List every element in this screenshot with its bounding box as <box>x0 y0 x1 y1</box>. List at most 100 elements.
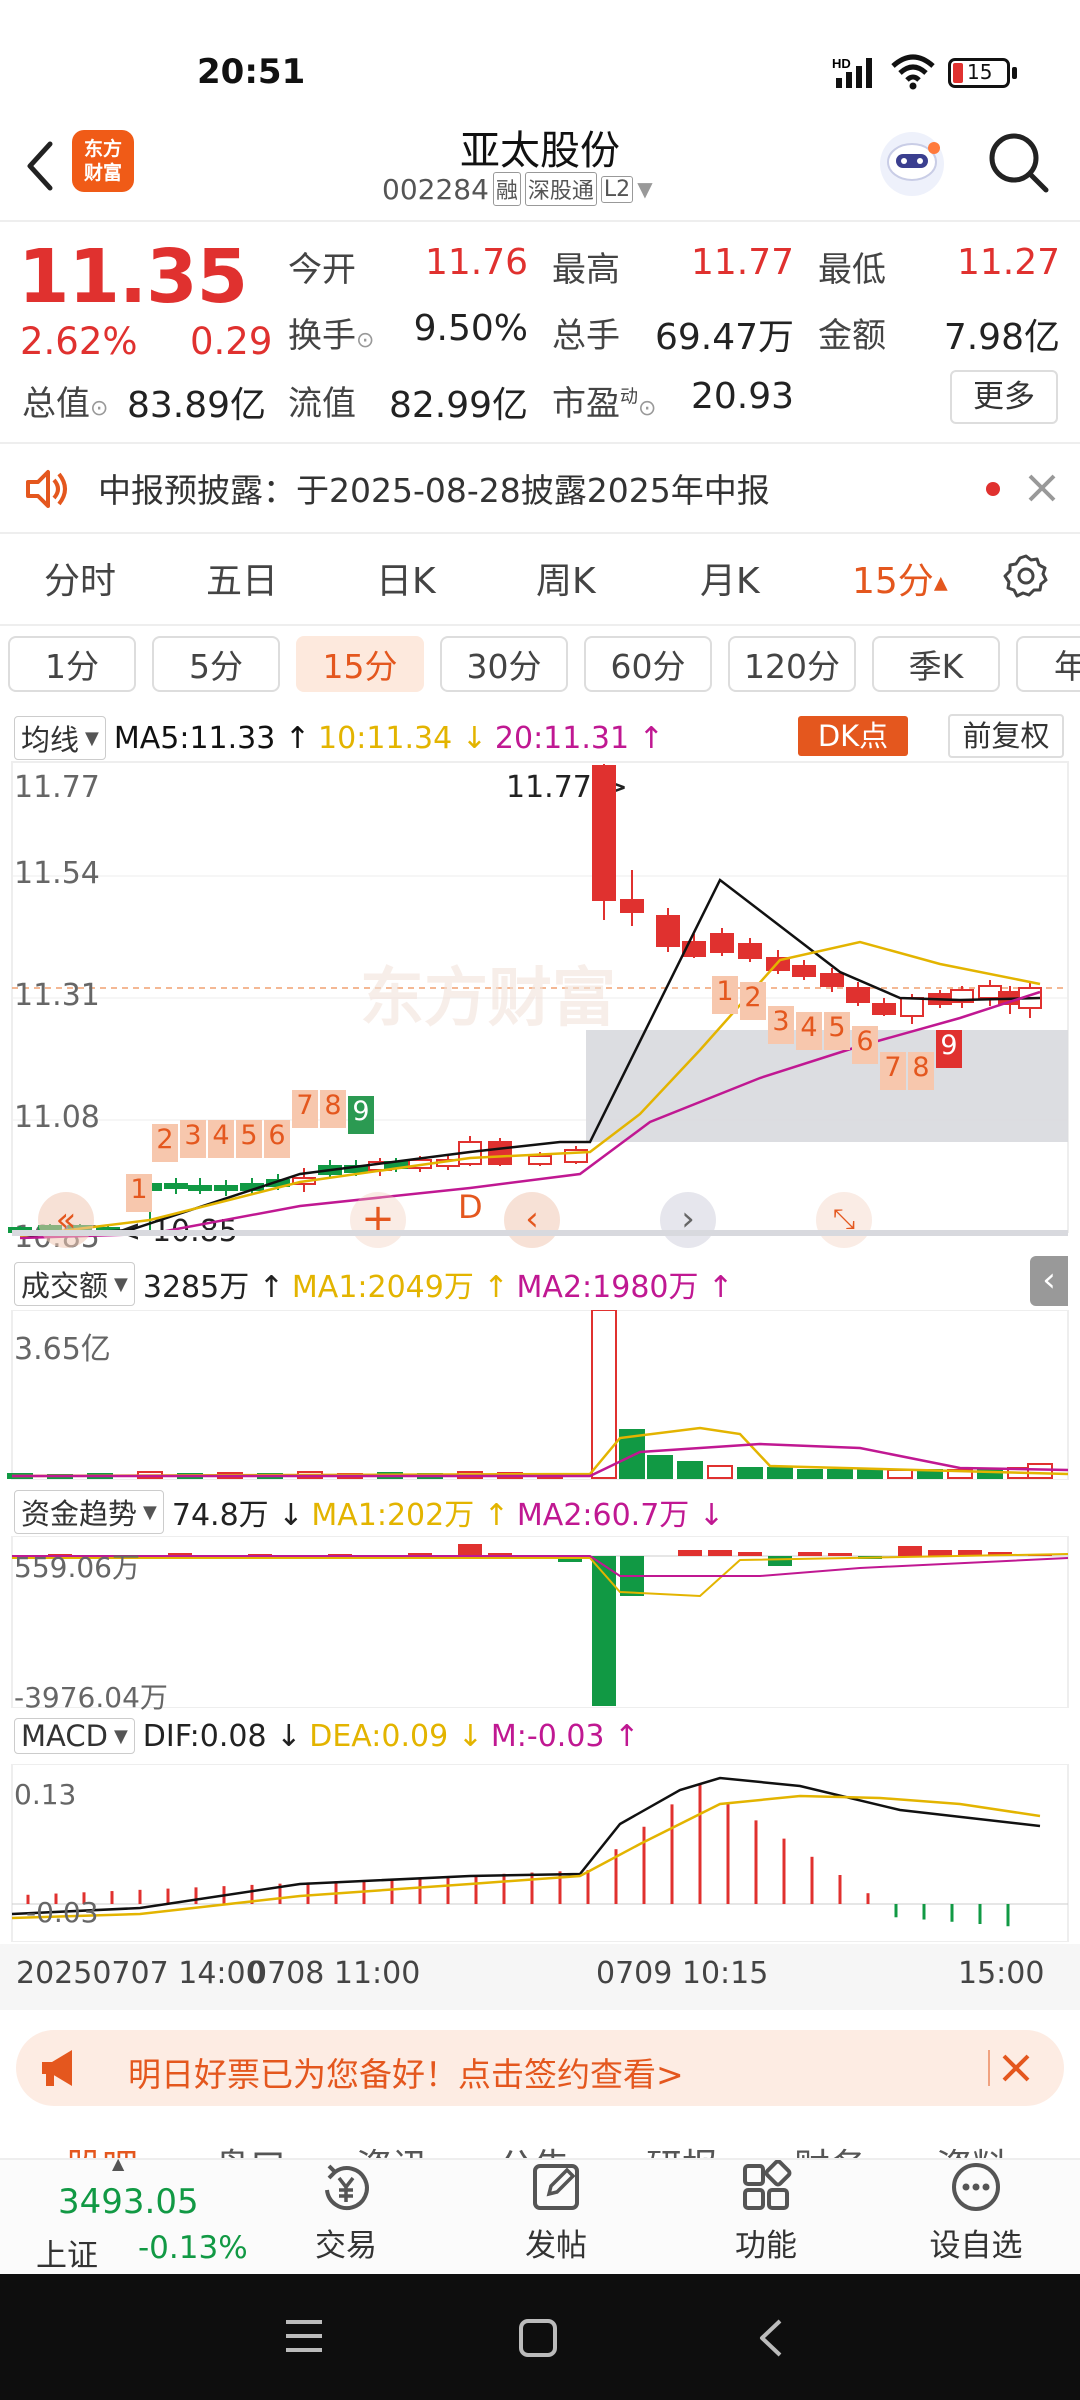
period-15min[interactable]: 15分 <box>296 636 424 692</box>
fund-chart[interactable]: 559.06万 -3976.04万 <box>0 1536 1080 1714</box>
tag-shenzhen-connect: 深股通 <box>524 172 597 206</box>
info-icon[interactable]: ⊙ <box>638 396 656 421</box>
tab-weekly-k[interactable]: 周K <box>536 552 596 604</box>
info-icon[interactable]: ⊙ <box>356 328 374 353</box>
volume-bar <box>647 1455 673 1479</box>
fund-bar <box>928 1550 952 1556</box>
close-icon[interactable] <box>1024 470 1060 510</box>
dk-point-button[interactable]: DK点 <box>798 716 908 756</box>
index-change: -0.13% <box>138 2230 248 2266</box>
volume-chart[interactable]: 3.65亿 <box>0 1310 1080 1480</box>
index-name: 上证 <box>36 2238 98 2274</box>
fund-selector[interactable]: 资金趋势 ▼ <box>14 1490 164 1534</box>
tab-daily-k[interactable]: 日K <box>376 552 436 604</box>
settings-gear-icon[interactable] <box>1002 552 1050 604</box>
sub-tab-profile[interactable]: 资料 <box>936 2138 1008 2160</box>
seq-label: 3 <box>768 1006 794 1044</box>
candle <box>214 1185 238 1191</box>
nav-functions-label: 功能 <box>735 2228 797 2264</box>
macd-selector[interactable]: MACD ▼ <box>14 1718 135 1754</box>
period-30min[interactable]: 30分 <box>440 636 568 692</box>
nav-post[interactable]: 发帖 <box>486 2160 626 2265</box>
period-year-k[interactable]: 年 <box>1016 636 1080 692</box>
period-60min[interactable]: 60分 <box>584 636 712 692</box>
candle <box>900 997 924 1017</box>
tab-intraday[interactable]: 分时 <box>44 552 116 604</box>
time-label: 15:00 <box>958 1956 1045 1991</box>
seq-label: 4 <box>796 1012 822 1050</box>
volume-bar <box>857 1469 883 1479</box>
open-value: 11.76 <box>424 242 528 283</box>
high-label: 最高 <box>552 250 620 290</box>
kline-chart[interactable]: 东方财富 11.77 11.54 11.31 11.08 10.85 11.77… <box>0 760 1080 1260</box>
candle <box>620 899 644 913</box>
sub-tab-guba[interactable]: 股吧 <box>66 2138 138 2160</box>
fund-bar <box>768 1556 792 1566</box>
fund-ma1: MA1:202万 ↑ <box>311 1498 509 1533</box>
index-value[interactable]: 3493.05 <box>58 2182 199 2222</box>
volume-label: 总手 <box>552 316 620 356</box>
battery-level: 15 <box>967 60 993 84</box>
time-axis: 20250707 14:00 0708 11:00 0709 10:15 15:… <box>0 1944 1080 2010</box>
nav-trade[interactable]: 交易 <box>276 2160 416 2265</box>
more-button[interactable]: 更多 <box>950 370 1058 424</box>
fullscreen-icon[interactable]: ⤡ <box>816 1192 872 1248</box>
candle <box>656 915 680 947</box>
amount-value: 7.98亿 <box>943 317 1060 358</box>
promo-banner[interactable]: 明日好票已为您备好！点击签约查看> <box>16 2030 1064 2106</box>
notice-bar[interactable]: 中报预披露：于2025-08-28披露2025年中报 <box>0 444 1080 532</box>
last-price: 11.35 <box>18 234 248 320</box>
turnover-value: 9.50% <box>413 308 528 349</box>
indicator-selector[interactable]: 均线 ▼ <box>14 716 106 760</box>
search-icon[interactable] <box>986 130 1052 200</box>
draw-marker[interactable]: D <box>458 1188 483 1226</box>
sub-tab-research[interactable]: 研报 <box>646 2138 718 2160</box>
sub-tab-announce[interactable]: 公告 <box>498 2138 570 2160</box>
sub-tab-pankou[interactable]: 盘口 <box>214 2138 286 2160</box>
back-nav-icon[interactable] <box>756 2318 786 2362</box>
macd-chart[interactable]: 0.13 -0.03 <box>0 1764 1080 1942</box>
collapse-panel-button[interactable]: ‹ <box>1030 1256 1068 1306</box>
status-bar: 20:51 HD 15 <box>0 0 1080 110</box>
volume-bar <box>591 1310 617 1479</box>
forward-adjust-button[interactable]: 前复权 <box>948 714 1064 758</box>
sub-tab-news[interactable]: 资讯 <box>356 2138 428 2160</box>
menu-icon[interactable] <box>284 2318 324 2358</box>
home-icon[interactable] <box>518 2318 558 2362</box>
info-icon[interactable]: ⊙ <box>90 396 108 421</box>
tab-15min[interactable]: 15分▲ <box>852 552 948 604</box>
volume-selector[interactable]: 成交额 ▼ <box>14 1262 135 1306</box>
nav-add-watchlist[interactable]: 设自选 <box>906 2160 1046 2265</box>
mktcap-value: 83.89亿 <box>126 385 266 426</box>
stock-code-row[interactable]: 002284 融 深股通 L2 ▼ <box>382 172 653 206</box>
fund-bar <box>828 1553 852 1556</box>
scroll-left-icon[interactable]: ‹ <box>504 1192 560 1248</box>
robot-assistant-icon[interactable] <box>876 128 948 204</box>
close-icon[interactable] <box>998 2050 1034 2090</box>
volume-bar <box>1027 1463 1053 1479</box>
seq-label: 5 <box>824 1012 850 1050</box>
scroll-left-fast-icon[interactable]: « <box>38 1192 94 1248</box>
sub-tab-finance[interactable]: 财务 <box>794 2138 866 2160</box>
system-nav-bar <box>0 2274 1080 2400</box>
period-quarter-k[interactable]: 季K <box>872 636 1000 692</box>
nav-post-label: 发帖 <box>525 2228 587 2264</box>
nav-functions[interactable]: 功能 <box>696 2160 836 2265</box>
period-1min[interactable]: 1分 <box>8 636 136 692</box>
tab-five-day[interactable]: 五日 <box>206 552 278 604</box>
scroll-right-icon[interactable]: › <box>660 1192 716 1248</box>
seq-label: 2 <box>740 982 766 1020</box>
chevron-down-icon: ▼ <box>637 177 653 201</box>
caret-up-icon: ▲ <box>112 2154 125 2173</box>
volume-bar <box>887 1469 913 1479</box>
period-5min[interactable]: 5分 <box>152 636 280 692</box>
volume-legend: 成交额 ▼ 3285万 ↑ MA1:2049万 ↑ MA2:1980万 ↑ <box>14 1262 733 1306</box>
unread-dot <box>986 482 1000 496</box>
zoom-in-icon[interactable]: + <box>350 1192 406 1248</box>
dea-line <box>11 1794 1041 1920</box>
fund-bottom-label: -3976.04万 <box>14 1681 168 1714</box>
change-amount: 0.29 <box>190 320 273 363</box>
period-120min[interactable]: 120分 <box>728 636 856 692</box>
candle <box>792 965 816 977</box>
tab-monthly-k[interactable]: 月K <box>700 552 760 604</box>
